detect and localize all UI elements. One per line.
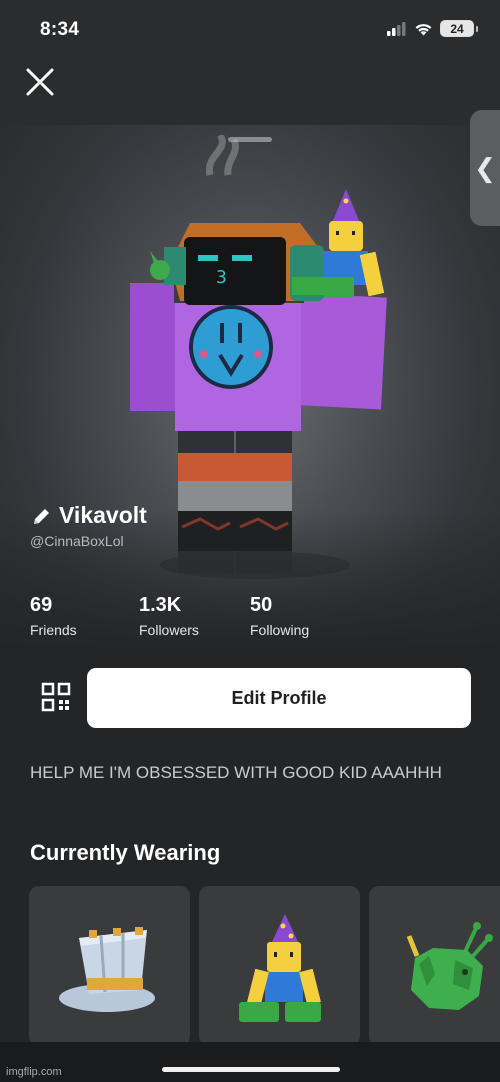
currently-wearing-title: Currently Wearing [30,840,221,865]
pencil-icon [34,508,49,524]
wifi-icon [415,23,432,35]
svg-text:3: 3 [216,267,227,288]
display-name[interactable]: Vikavolt [32,502,147,529]
edit-profile-button[interactable]: Edit Profile [87,668,471,728]
close-button[interactable] [22,64,58,100]
stat-label: Followers [139,622,199,638]
wearing-items-row [29,886,500,1046]
wearing-item-noob-buddy[interactable] [199,886,360,1046]
qr-code-button[interactable] [40,681,72,713]
stat-followers[interactable]: 1.3K Followers [139,594,199,638]
qr-code-icon [41,682,71,712]
wearing-item-green-creature[interactable] [369,886,500,1046]
stat-friends[interactable]: 69 Friends [30,594,77,638]
avatar-hero: ❮ 3 [0,60,500,650]
stat-label: Following [250,622,310,638]
status-bar: 8:34 24 [0,0,500,60]
username: @CinnaBoxLol [30,533,124,549]
watermark: imgflip.com [6,1066,62,1078]
stat-following[interactable]: 50 Following [250,594,309,638]
status-time: 8:34 [40,19,80,40]
green-creature-thumbnail [406,922,493,1010]
battery-icon: 24 [440,20,474,37]
stat-value: 69 [30,594,53,616]
stat-value: 50 [250,594,273,616]
profile-stats: 69 Friends 1.3K Followers 50 Following [30,594,470,644]
profile-bio: HELP ME I'M OBSESSED WITH GOOD KID AAAHH… [30,763,442,782]
stat-label: Friends [30,622,77,638]
battery-cap [476,25,478,32]
close-icon [26,68,54,96]
display-name-text: Vikavolt [59,502,147,528]
top-hat-thumbnail [59,927,155,1012]
status-icons: 24 [387,20,478,37]
wearing-item-hat[interactable] [29,886,190,1046]
side-panel-tab[interactable]: ❮ [470,110,500,226]
hero-top-bar [0,60,500,125]
chevron-left-icon: ❮ [474,152,496,183]
noob-figure-thumbnail [239,914,321,1022]
signal-icon [387,21,406,36]
stat-value: 1.3K [139,594,182,616]
home-indicator[interactable] [162,1067,340,1072]
bottom-bar [0,1042,500,1082]
